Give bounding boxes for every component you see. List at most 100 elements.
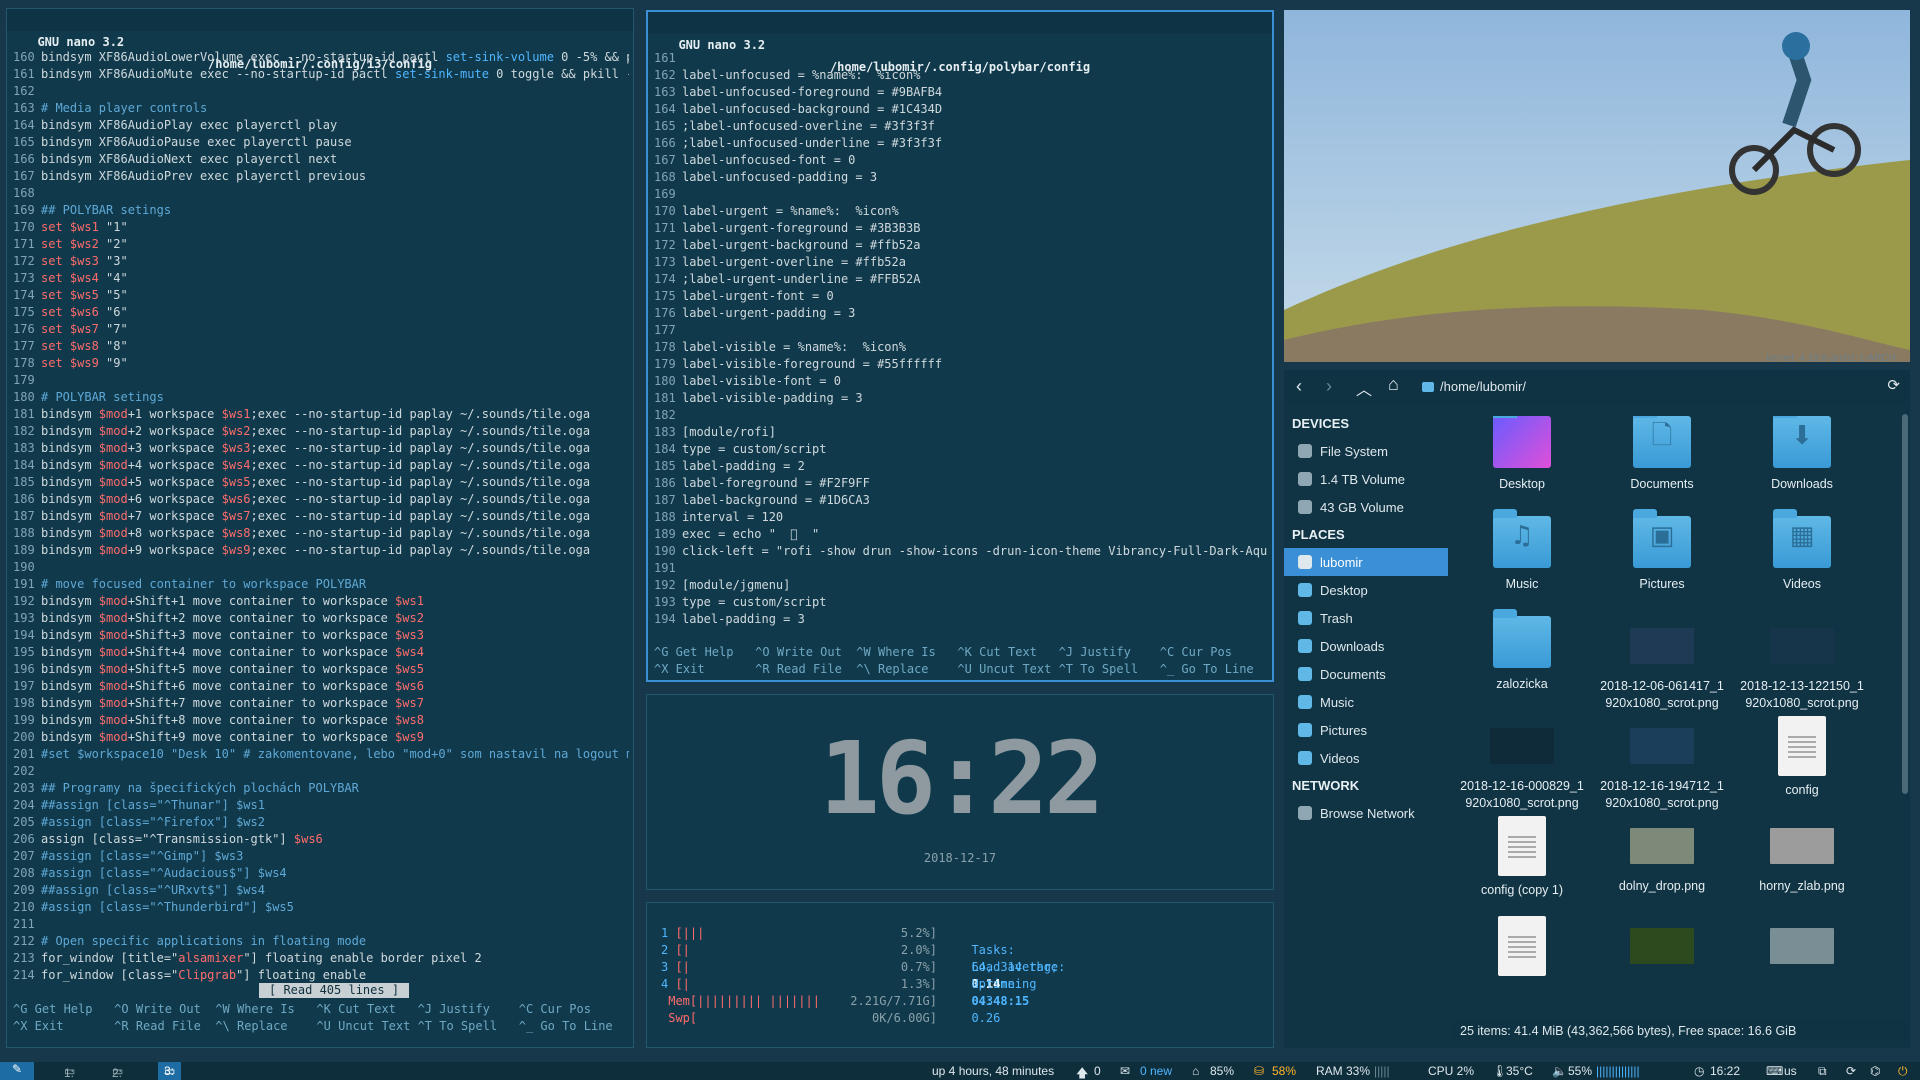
nano-left-line[interactable]: 184 bindsym $mod+4 workspace $ws4;exec --… <box>13 457 629 474</box>
nano-right-line[interactable]: 182 <box>654 407 1268 424</box>
nano-left-line[interactable]: 182 bindsym $mod+2 workspace $ws2;exec --… <box>13 423 629 440</box>
nano-left-line[interactable]: 169 ## POLYBAR setings <box>13 202 629 219</box>
file-item[interactable]: config <box>1732 716 1872 799</box>
nano-right-line[interactable]: 187 label-background = #1D6CA3 <box>654 492 1268 509</box>
sidebar-item-device-2[interactable]: 43 GB Volume <box>1284 493 1448 521</box>
nano-left-line[interactable]: 213 for_window [title="alsamixer"] floati… <box>13 950 629 967</box>
nano-left-line[interactable]: 192 bindsym $mod+Shift+1 move container t… <box>13 593 629 610</box>
nano-left-line[interactable]: 187 bindsym $mod+7 workspace $ws7;exec --… <box>13 508 629 525</box>
nano-right-editor[interactable]: 161 162 label-unfocused = %name%: %icon% 16… <box>654 50 1268 628</box>
nano-left-line[interactable]: 203 ## Programy na špecifických plochách … <box>13 780 629 797</box>
nano-right-line[interactable]: 193 type = custom/script <box>654 594 1268 611</box>
nano-left-line[interactable]: 166 bindsym XF86AudioNext exec playerctl … <box>13 151 629 168</box>
nano-left-line[interactable]: 160 bindsym XF86AudioLowerVolume exec --n… <box>13 49 629 66</box>
file-item[interactable]: 2018-12-16-194712_1 920x1080_scrot.png <box>1592 716 1732 812</box>
file-item[interactable]: dolny_drop.png <box>1592 816 1732 895</box>
nano-left-line[interactable]: 201 #set $workspace10 "Desk 10" # zakomen… <box>13 746 629 763</box>
network-icon[interactable]: ⧉ <box>1818 1064 1827 1079</box>
video-player-window[interactable]: kernel: 4.19.8-arch1-1-ARCH <box>1284 10 1910 362</box>
nano-left-line[interactable]: 172 set $ws3 "3" <box>13 253 629 270</box>
nano-right-line[interactable]: 164 label-unfocused-background = #1C434D <box>654 101 1268 118</box>
sidebar-item-place-0[interactable]: lubomir <box>1284 548 1448 576</box>
file-item[interactable] <box>1592 916 1732 978</box>
file-item[interactable]: zalozicka <box>1452 609 1592 693</box>
file-item[interactable]: 2018-12-16-000829_1 920x1080_scrot.png <box>1452 716 1592 812</box>
nano-left-line[interactable]: 214 for_window [class="Clipgrab"] floatin… <box>13 967 629 984</box>
nano-right-line[interactable]: 171 label-urgent-foreground = #3B3B3B <box>654 220 1268 237</box>
nano-left-line[interactable]: 207 #assign [class="^Gimp"] $ws3 <box>13 848 629 865</box>
ws-1[interactable]: 1: ▭ <box>64 1064 75 1080</box>
nano-right-line[interactable]: 172 label-urgent-background = #ffb52a <box>654 237 1268 254</box>
nano-left-line[interactable]: 202 <box>13 763 629 780</box>
nano-left-line[interactable]: 195 bindsym $mod+Shift+4 move container t… <box>13 644 629 661</box>
nano-left-line[interactable]: 190 <box>13 559 629 576</box>
up-icon[interactable]: ︿ <box>1356 376 1372 400</box>
nano-left-line[interactable]: 171 set $ws2 "2" <box>13 236 629 253</box>
nano-right-line[interactable]: 163 label-unfocused-foreground = #9BAFB4 <box>654 84 1268 101</box>
nano-left-line[interactable]: 212 # Open specific applications in float… <box>13 933 629 950</box>
nano-left-line[interactable]: 200 bindsym $mod+Shift+9 move container t… <box>13 729 629 746</box>
nano-left-line[interactable]: 196 bindsym $mod+Shift+5 move container t… <box>13 661 629 678</box>
back-icon[interactable]: ‹ <box>1296 376 1302 397</box>
nano-left-line[interactable]: 162 <box>13 83 629 100</box>
sidebar-item-place-3[interactable]: Downloads <box>1284 632 1448 660</box>
menu-launcher-icon[interactable]: ✎ <box>0 1062 34 1080</box>
nano-left-line[interactable]: 186 bindsym $mod+6 workspace $ws6;exec --… <box>13 491 629 508</box>
nano-left-line[interactable]: 204 ##assign [class="^Thunar"] $ws1 <box>13 797 629 814</box>
nano-left-line[interactable]: 168 <box>13 185 629 202</box>
nano-right-line[interactable]: 177 <box>654 322 1268 339</box>
nano-left-line[interactable]: 206 assign [class="^Transmission-gtk"] $w… <box>13 831 629 848</box>
volume-icon[interactable]: 🔈 <box>1552 1064 1567 1078</box>
nano-left-line[interactable]: 191 # move focused container to workspace… <box>13 576 629 593</box>
nano-right-line[interactable]: 184 type = custom/script <box>654 441 1268 458</box>
nano-left-line[interactable]: 198 bindsym $mod+Shift+7 move container t… <box>13 695 629 712</box>
nano-left-window[interactable]: GNU nano 3.2 /home/lubomir/.config/i3/co… <box>6 8 634 1048</box>
sidebar-item-place-4[interactable]: Documents <box>1284 660 1448 688</box>
sidebar-item-device-0[interactable]: File System <box>1284 437 1448 465</box>
nano-right-line[interactable]: 161 <box>654 50 1268 67</box>
nano-left-line[interactable]: 161 bindsym XF86AudioMute exec --no-start… <box>13 66 629 83</box>
nano-left-line[interactable]: 210 #assign [class="^Thunderbird"] $ws5 <box>13 899 629 916</box>
reload-icon[interactable]: ⟳ <box>1887 376 1900 394</box>
sidebar-item-place-7[interactable]: Videos <box>1284 744 1448 772</box>
file-item[interactable]: config (copy 1) <box>1452 816 1592 899</box>
nano-right-line[interactable]: 179 label-visible-foreground = #55ffffff <box>654 356 1268 373</box>
file-item[interactable]: ▣ Pictures <box>1592 509 1732 593</box>
nano-right-line[interactable]: 169 <box>654 186 1268 203</box>
nano-right-line[interactable]: 178 label-visible = %name%: %icon% <box>654 339 1268 356</box>
nano-left-line[interactable]: 165 bindsym XF86AudioPause exec playerctl… <box>13 134 629 151</box>
fm-icon-grid[interactable]: Desktop 🗋 Documents ⬇ Downloads ♫ Music ▣ Pictur… <box>1452 416 1900 986</box>
nano-left-line[interactable]: 199 bindsym $mod+Shift+8 move container t… <box>13 712 629 729</box>
nano-left-line[interactable]: 176 set $ws7 "7" <box>13 321 629 338</box>
nano-right-line[interactable]: 167 label-unfocused-font = 0 <box>654 152 1268 169</box>
nano-left-editor[interactable]: 160 bindsym XF86AudioLowerVolume exec --n… <box>13 49 629 984</box>
nano-right-line[interactable]: 190 click-left = "rofi -show drun -show-i… <box>654 543 1268 560</box>
file-item[interactable]: 2018-12-13-122150_1 920x1080_scrot.png <box>1732 616 1872 712</box>
nano-left-line[interactable]: 173 set $ws4 "4" <box>13 270 629 287</box>
nano-left-line[interactable]: 185 bindsym $mod+5 workspace $ws5;exec --… <box>13 474 629 491</box>
ws-3[interactable]: 3: ▭ <box>158 1062 182 1080</box>
nano-left-line[interactable]: 197 bindsym $mod+Shift+6 move container t… <box>13 678 629 695</box>
sidebar-item-place-5[interactable]: Music <box>1284 688 1448 716</box>
sidebar-item-network-0[interactable]: Browse Network <box>1284 799 1448 827</box>
nano-right-line[interactable]: 183 [module/rofi] <box>654 424 1268 441</box>
file-item[interactable]: 2018-12-06-061417_1 920x1080_scrot.png <box>1592 616 1732 712</box>
nano-right-line[interactable]: 162 label-unfocused = %name%: %icon% <box>654 67 1268 84</box>
nano-right-line[interactable]: 174 ;label-urgent-underline = #FFB52A <box>654 271 1268 288</box>
nano-right-line[interactable]: 170 label-urgent = %name%: %icon% <box>654 203 1268 220</box>
nano-right-line[interactable]: 192 [module/jgmenu] <box>654 577 1268 594</box>
nano-right-line[interactable]: 186 label-foreground = #F2F9FF <box>654 475 1268 492</box>
nano-left-line[interactable]: 211 <box>13 916 629 933</box>
nano-left-line[interactable]: 188 bindsym $mod+8 workspace $ws8;exec --… <box>13 525 629 542</box>
home-icon[interactable]: ⌂ <box>1388 374 1399 395</box>
nano-left-line[interactable]: 178 set $ws9 "9" <box>13 355 629 372</box>
nano-left-line[interactable]: 177 set $ws8 "8" <box>13 338 629 355</box>
nano-left-line[interactable]: 181 bindsym $mod+1 workspace $ws1;exec --… <box>13 406 629 423</box>
nano-left-line[interactable]: 180 # POLYBAR setings <box>13 389 629 406</box>
nano-right-line[interactable]: 188 interval = 120 <box>654 509 1268 526</box>
file-manager-window[interactable]: ‹ › ︿ ⌂ /home/lubomir/ ⟳ DEVICES File Sy… <box>1284 370 1910 1048</box>
nano-left-line[interactable]: 170 set $ws1 "1" <box>13 219 629 236</box>
nano-right-line[interactable]: 166 ;label-unfocused-underline = #3f3f3f <box>654 135 1268 152</box>
nano-left-line[interactable]: 164 bindsym XF86AudioPlay exec playerctl … <box>13 117 629 134</box>
file-item[interactable]: ♫ Music <box>1452 509 1592 593</box>
